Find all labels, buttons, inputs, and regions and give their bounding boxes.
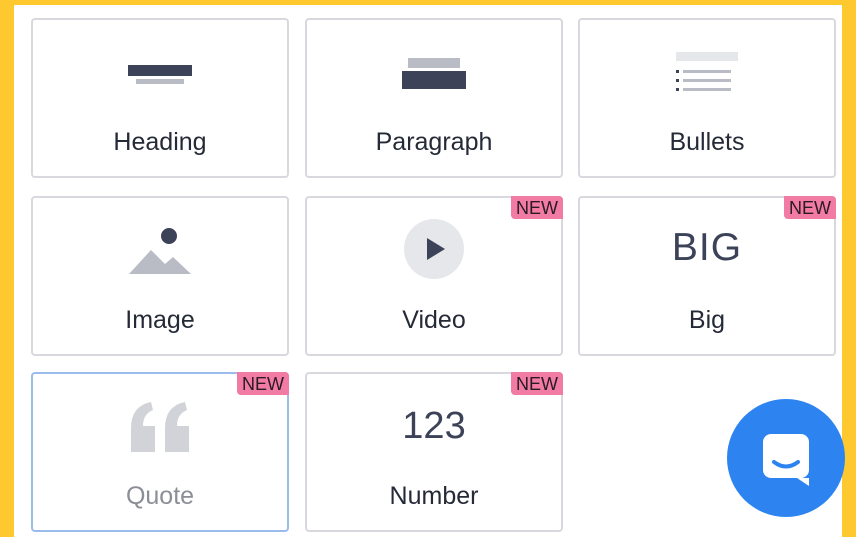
block-tile-quote[interactable]: NEW Quote bbox=[31, 372, 289, 532]
block-tile-heading[interactable]: Heading bbox=[31, 18, 289, 178]
heading-icon bbox=[127, 50, 193, 90]
bullets-icon bbox=[674, 50, 740, 96]
block-tile-big[interactable]: BIG NEW Big bbox=[578, 196, 836, 356]
new-badge: NEW bbox=[784, 196, 836, 219]
new-badge: NEW bbox=[511, 196, 563, 219]
new-badge: NEW bbox=[511, 372, 563, 395]
paragraph-icon bbox=[401, 50, 467, 90]
new-badge: NEW bbox=[237, 372, 289, 395]
tile-label: Quote bbox=[125, 482, 195, 510]
tile-label: Image bbox=[125, 306, 195, 334]
play-icon bbox=[403, 218, 465, 280]
big-text-icon: BIG bbox=[671, 226, 743, 269]
number-icon: 123 bbox=[402, 405, 466, 447]
chat-icon bbox=[763, 434, 809, 486]
block-tile-paragraph[interactable]: Paragraph bbox=[305, 18, 563, 178]
tile-label: Number bbox=[389, 482, 479, 510]
quote-icon bbox=[127, 398, 193, 454]
block-tile-bullets[interactable]: Bullets bbox=[578, 18, 836, 178]
block-tile-number[interactable]: 123 NEW Number bbox=[305, 372, 563, 532]
tile-label: Big bbox=[688, 306, 726, 334]
chat-launcher-button[interactable] bbox=[727, 399, 845, 517]
image-icon bbox=[127, 224, 193, 276]
block-tile-image[interactable]: Image bbox=[31, 196, 289, 356]
tile-label: Heading bbox=[113, 128, 207, 156]
tile-label: Paragraph bbox=[375, 128, 493, 156]
tile-label: Video bbox=[402, 306, 466, 334]
block-tile-video[interactable]: NEW Video bbox=[305, 196, 563, 356]
tile-label: Bullets bbox=[669, 128, 745, 156]
